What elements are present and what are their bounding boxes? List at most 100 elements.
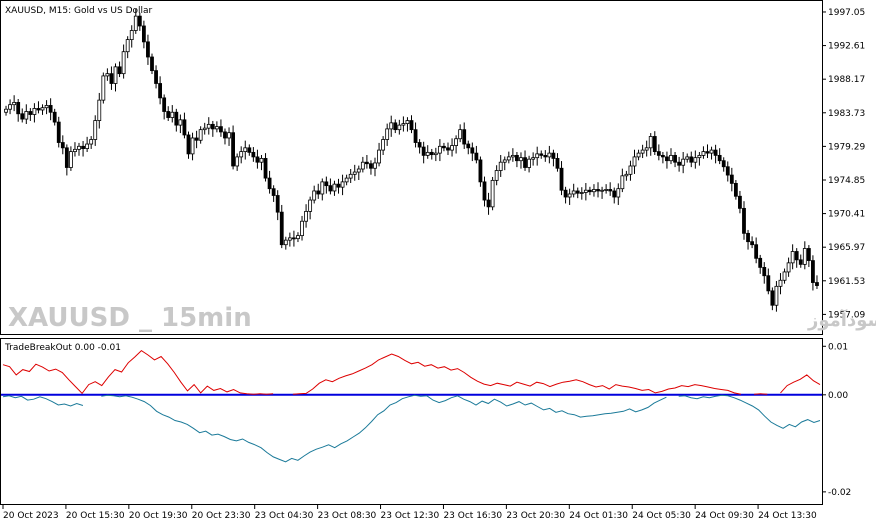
candle [620,168,625,193]
candle [790,244,795,270]
candle [733,179,738,200]
candle [815,275,819,289]
candle [324,176,329,194]
candle [101,72,106,104]
price-axis: 1997.05 1992.61 1988.17 1983.73 1979.29 1974.… [822,8,865,320]
candle [105,68,110,81]
candle [798,254,803,268]
candle [73,142,77,157]
time-tick-label: 23 Oct 04:30 [255,511,314,521]
indicator-tick-label: -0.02 [828,488,851,498]
candle [632,149,637,174]
candle [8,99,12,115]
time-tick-label: 23 Oct 16:30 [443,511,502,521]
candle [81,141,85,157]
candle [239,146,244,164]
candle [547,145,552,164]
candle [575,187,580,199]
candle [219,119,223,137]
candle [267,170,272,194]
candle [210,120,215,137]
candle [24,104,29,124]
candle [235,153,240,171]
candle [85,136,90,152]
candle [231,125,235,170]
price-tick-label: 1992.61 [828,42,865,52]
candle [555,153,560,172]
candle [713,144,718,164]
candle [786,257,791,277]
time-tick-label: 20 Oct 23:30 [192,511,251,521]
candle [377,142,381,167]
price-tick-label: 1970.41 [828,210,865,220]
candle [194,130,199,149]
candle [543,150,548,162]
candle [275,190,280,221]
candle [652,131,657,156]
time-tick-label: 23 Oct 20:30 [506,511,565,521]
candle [69,146,73,171]
candle [340,174,345,196]
candle [446,142,450,156]
candle [600,186,604,199]
candle [531,152,536,166]
candle [113,63,118,92]
candle [750,236,754,249]
candle [778,273,783,295]
candle [596,182,600,198]
chart-canvas: 1997.05 1992.61 1988.17 1983.73 1979.29 1974.… [0,0,876,521]
time-tick-label: 20 Oct 19:30 [129,511,188,521]
candle [93,115,98,146]
candle [48,98,53,121]
candle [458,124,463,143]
candle [44,100,49,115]
candle [40,104,45,115]
candle [182,112,187,139]
candle [320,178,325,201]
candle [811,255,815,291]
candle [470,142,475,162]
candle [247,144,252,156]
indicator-title: TradeBreakOut 0.00 -0.01 [4,343,121,353]
candle [166,106,171,121]
candle [316,183,321,199]
candle [60,135,65,155]
candle [405,117,410,132]
chart-title: XAUUSD, M15: Gold vs US Dollar [5,6,153,16]
candle [685,153,690,163]
time-tick-label: 24 Oct 05:30 [632,511,691,521]
candle [425,145,430,159]
time-tick-label: 24 Oct 01:30 [569,511,628,521]
candle [644,140,649,157]
candle [523,150,527,171]
candle [389,115,394,137]
candle [279,204,284,249]
candle [170,105,175,123]
candle [64,144,69,176]
candle [766,268,771,295]
candle [454,135,459,154]
candle [328,178,333,195]
candle [474,145,479,164]
candle [162,94,167,120]
candle [437,139,442,162]
candle [304,204,308,228]
candle [141,20,146,49]
candle [588,186,592,196]
site-watermark: انتشار در سایت سودآموز [807,308,876,331]
candle [52,108,57,126]
candle [296,232,300,243]
candle [421,141,426,164]
candle [466,140,471,155]
candle [669,148,673,165]
symbol-watermark: XAUUSD _ 15min [8,303,252,333]
candle [571,183,576,198]
candle [612,187,617,204]
candle [20,108,25,123]
candle [429,148,434,160]
price-tick-label: 1988.17 [828,75,865,85]
candle [701,146,706,159]
candle [774,281,779,312]
candle [223,128,227,145]
candle [409,115,414,134]
